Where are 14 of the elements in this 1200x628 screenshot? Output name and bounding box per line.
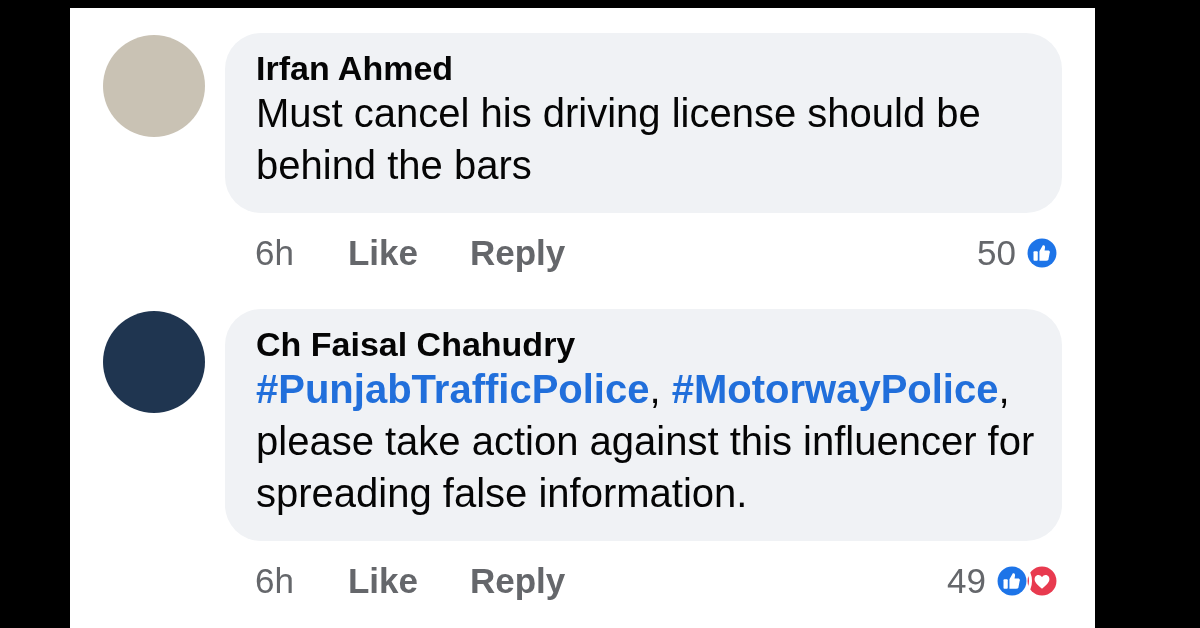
- comment-text: Must cancel his driving license should be behind the bars: [256, 90, 982, 189]
- comment-time: 6h: [255, 231, 294, 274]
- hashtag-link[interactable]: #MotorwayPolice: [671, 367, 999, 411]
- reaction-count[interactable]: 49: [947, 554, 986, 608]
- comment-action-link[interactable]: Like: [347, 554, 418, 608]
- comment-time: 6h: [255, 559, 294, 602]
- comment-action-link[interactable]: Reply: [470, 226, 566, 280]
- comment-action-link[interactable]: Like: [347, 226, 418, 280]
- hashtag-link[interactable]: #PunjabTrafficPolice: [256, 367, 650, 411]
- author-name[interactable]: Ch Faisal Chahudry: [256, 325, 1042, 363]
- reaction-count[interactable]: 50: [977, 226, 1016, 280]
- author-name[interactable]: Irfan Ahmed: [256, 49, 1042, 87]
- comment-text: #PunjabTrafficPolice, #MotorwayPolice, please take action against this influencer for spreading false information.: [256, 366, 1036, 517]
- comment-action-link[interactable]: Reply: [470, 554, 566, 608]
